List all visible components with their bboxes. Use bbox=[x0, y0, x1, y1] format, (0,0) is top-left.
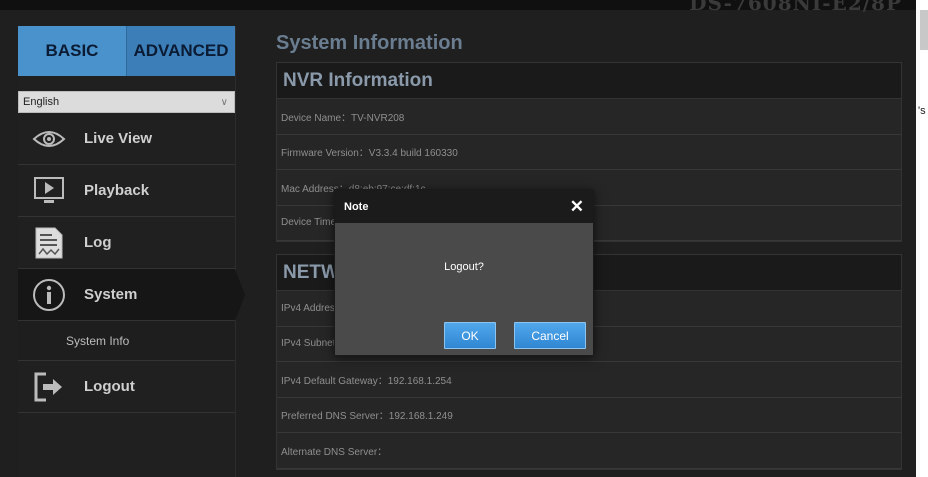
sidebar: BASIC ADVANCED English ∨ Live View Playb… bbox=[18, 26, 245, 477]
close-icon[interactable]: ✕ bbox=[570, 198, 584, 215]
chevron-down-icon: ∨ bbox=[220, 96, 228, 108]
dialog-header: Note ✕ bbox=[335, 190, 593, 223]
edge-text-fragment: 's bbox=[918, 105, 926, 117]
tab-basic[interactable]: BASIC bbox=[18, 26, 126, 76]
scrollbar-thumb[interactable] bbox=[920, 10, 928, 50]
model-label: DS-7608NI-E2/8P bbox=[689, 0, 902, 15]
mode-tabs: BASIC ADVANCED bbox=[18, 26, 235, 76]
ok-button[interactable]: OK bbox=[444, 322, 496, 349]
log-icon bbox=[32, 226, 66, 260]
playback-icon bbox=[32, 174, 66, 208]
info-row: Device Name：TV-NVR208 bbox=[277, 99, 901, 135]
logout-dialog: Note ✕ Logout? OK Cancel bbox=[334, 189, 594, 356]
dialog-title: Note bbox=[344, 200, 369, 213]
dialog-footer: OK Cancel bbox=[444, 322, 586, 349]
sidebar-item-system[interactable]: System bbox=[18, 269, 245, 321]
eye-icon bbox=[32, 122, 66, 156]
language-value: English bbox=[23, 96, 60, 108]
sidebar-item-label: Live View bbox=[84, 130, 153, 147]
sidebar-item-label: Logout bbox=[84, 378, 135, 395]
logout-icon bbox=[32, 370, 66, 404]
app-window: DS-7608NI-E2/8P BASIC ADVANCED English ∨… bbox=[0, 0, 916, 477]
info-row: Firmware Version：V3.3.4 build 160330 bbox=[277, 135, 901, 170]
sidebar-item-logout[interactable]: Logout bbox=[18, 361, 235, 413]
info-row: IPv4 Default Gateway：192.168.1.254 bbox=[277, 362, 901, 398]
language-select[interactable]: English ∨ bbox=[18, 91, 235, 113]
info-icon bbox=[32, 278, 66, 312]
sidebar-subitem-system-info[interactable]: System Info bbox=[18, 321, 235, 361]
sidebar-item-playback[interactable]: Playback bbox=[18, 165, 235, 217]
sidebar-item-label: Playback bbox=[84, 182, 150, 199]
dialog-message: Logout? bbox=[444, 261, 484, 273]
sidebar-item-label: Log bbox=[84, 234, 112, 251]
sidebar-item-log[interactable]: Log bbox=[18, 217, 235, 269]
panel-header: NVR Information bbox=[277, 63, 901, 99]
background-window-edge: 's bbox=[916, 0, 928, 477]
sidebar-item-label: System bbox=[84, 286, 138, 303]
page-title: System Information bbox=[276, 32, 463, 54]
cancel-button[interactable]: Cancel bbox=[514, 322, 586, 349]
sidebar-item-live-view[interactable]: Live View bbox=[18, 113, 235, 165]
info-row: Alternate DNS Server： bbox=[277, 433, 901, 469]
tab-advanced[interactable]: ADVANCED bbox=[126, 26, 235, 76]
top-bar: DS-7608NI-E2/8P bbox=[0, 0, 916, 15]
info-row: Preferred DNS Server：192.168.1.249 bbox=[277, 398, 901, 433]
